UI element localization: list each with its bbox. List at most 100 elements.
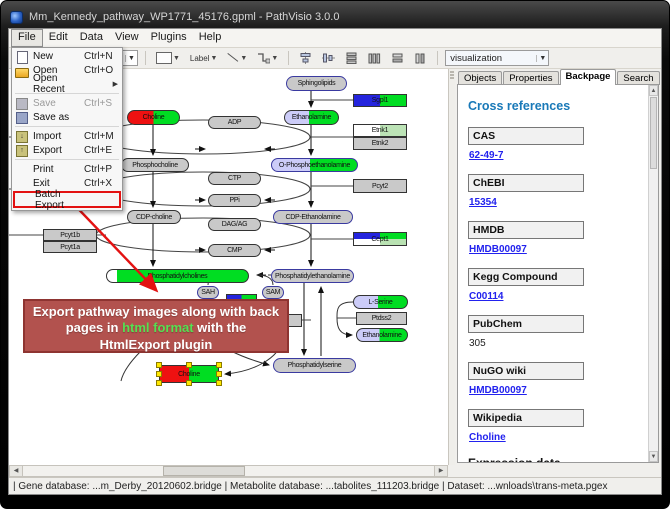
connector-tool-button[interactable]: ▼ (254, 50, 281, 66)
selection-handle[interactable] (156, 380, 162, 386)
common-width-icon (391, 52, 404, 64)
xref-value: 305 (469, 338, 486, 349)
node-phosphatidylethanolamine[interactable]: Phosphatidylethanolamine (271, 269, 354, 283)
file-menu-item-import[interactable]: ↓ImportCtrl+M (12, 129, 122, 143)
file-menu-item-batch-export[interactable]: Batch Export (13, 191, 121, 208)
callout-line3: HtmlExport plugin (25, 337, 287, 353)
node-ctp[interactable]: CTP (208, 172, 261, 185)
node-ethanolamine[interactable]: Ethanolamine (356, 328, 408, 342)
node-cept1[interactable]: Cept1 (353, 232, 407, 246)
menu-item-shortcut: Ctrl+E (84, 145, 118, 156)
menu-help[interactable]: Help (193, 29, 228, 47)
distribute-rows-button[interactable] (342, 50, 361, 66)
xref-section-nugo-wiki: NuGO wikiHMDB00097 (468, 362, 658, 398)
xref-link[interactable]: 15354 (469, 197, 497, 208)
selection-handle[interactable] (186, 380, 192, 386)
window-content: FileEditDataViewPluginsHelp Zoom: 100% ▼… (8, 28, 662, 495)
scrollbar-thumb[interactable] (163, 466, 245, 476)
node-sam[interactable]: SAM (262, 286, 284, 299)
node-pcyt1a[interactable]: Pcyt1a (43, 241, 97, 253)
selection-handle[interactable] (216, 371, 222, 377)
node-ethanolamine[interactable]: Ethanolamine (284, 110, 339, 125)
tab-objects[interactable]: Objects (458, 71, 502, 85)
tab-search[interactable]: Search (617, 71, 659, 85)
selection-handle[interactable] (216, 380, 222, 386)
node-cdp-choline[interactable]: CDP-choline (127, 210, 181, 224)
menu-edit[interactable]: Edit (43, 29, 74, 47)
selection-handle[interactable] (156, 371, 162, 377)
menu-plugins[interactable]: Plugins (145, 29, 193, 47)
status-text: | Gene database: ...m_Derby_20120602.bri… (13, 481, 607, 492)
node-ptdss2[interactable]: Ptdss2 (356, 312, 407, 325)
distribute-columns-button[interactable] (365, 50, 384, 66)
submenu-arrow-icon: ▶ (113, 80, 118, 88)
common-height-button[interactable] (411, 50, 430, 66)
node-etnk1[interactable]: Etnk1 (353, 124, 407, 137)
import-icon: ↓ (16, 131, 28, 143)
xref-section-chebi: ChEBI15354 (468, 174, 658, 210)
status-bar: | Gene database: ...m_Derby_20120602.bri… (9, 477, 661, 494)
scroll-right-icon[interactable]: ▶ (434, 466, 447, 476)
panel-scrollbar[interactable]: ▲ ▼ (648, 85, 658, 462)
scrollbar-corner (448, 465, 661, 477)
file-menu-item-print[interactable]: PrintCtrl+P (12, 162, 122, 176)
label-tool-button[interactable]: Label ▼ (187, 52, 221, 65)
xref-link[interactable]: C00114 (469, 291, 503, 302)
selection-handle[interactable] (186, 362, 192, 368)
xref-link[interactable]: Choline (469, 432, 506, 443)
node-phosphatidylserine[interactable]: Phosphatidylserine (273, 358, 356, 373)
node-l-serine[interactable]: L-Serine (353, 295, 408, 309)
menu-view[interactable]: View (109, 29, 145, 47)
file-menu-item-export[interactable]: ↑ExportCtrl+E (12, 143, 122, 157)
node-cdp-ethanolamine[interactable]: CDP-Ethanolamine (273, 210, 353, 224)
node-sgpl1[interactable]: Sgpl1 (353, 94, 407, 107)
align-center-x-button[interactable] (296, 50, 315, 66)
scroll-down-icon[interactable]: ▼ (649, 451, 658, 462)
scroll-left-icon[interactable]: ◀ (10, 466, 23, 476)
selection-handle[interactable] (216, 362, 222, 368)
distribute-columns-icon (368, 52, 381, 64)
common-width-button[interactable] (388, 50, 407, 66)
splitter-grip-icon (450, 71, 454, 81)
node-dag-ag[interactable]: DAG/AG (208, 218, 261, 231)
datanode-tool-button[interactable]: ▼ (153, 50, 183, 66)
xref-link[interactable]: HMDB00097 (469, 385, 527, 396)
tab-backpage[interactable]: Backpage (560, 69, 617, 85)
menu-item-label: Exit (33, 178, 84, 189)
node-adp[interactable]: ADP (208, 116, 261, 129)
node-ppi[interactable]: PPi (208, 194, 261, 207)
node-sah[interactable]: SAH (197, 286, 219, 299)
file-menu-item-new[interactable]: NewCtrl+N (12, 49, 122, 63)
xref-source-name: Kegg Compound (468, 268, 584, 286)
file-menu-item-open-recent[interactable]: Open Recent▶ (12, 77, 122, 91)
menu-data[interactable]: Data (74, 29, 109, 47)
scrollbar-thumb[interactable] (650, 97, 657, 169)
scroll-up-icon[interactable]: ▲ (649, 85, 658, 96)
tab-properties[interactable]: Properties (503, 71, 558, 85)
xref-source-name: HMDB (468, 221, 584, 239)
node-cmp[interactable]: CMP (208, 244, 261, 257)
panel-splitter[interactable] (449, 69, 455, 465)
menu-separator (15, 159, 119, 160)
node-etnk2[interactable]: Etnk2 (353, 137, 407, 150)
node-choline[interactable]: Choline (127, 110, 180, 125)
tab-legend[interactable]: Legend (661, 71, 662, 85)
line-tool-button[interactable]: ▼ (224, 50, 250, 66)
selection-handle[interactable] (156, 362, 162, 368)
node-pcyt1b[interactable]: Pcyt1b (43, 229, 97, 241)
xref-link[interactable]: HMDB00097 (469, 244, 527, 255)
menu-item-shortcut: Ctrl+X (84, 178, 118, 189)
node-phosphocholine[interactable]: Phosphocholine (121, 158, 189, 172)
file-menu-item-save-as[interactable]: Save as (12, 110, 122, 124)
node-o-phosphoethanolamine[interactable]: O-Phosphoethanolamine (271, 158, 358, 172)
align-center-y-button[interactable] (319, 50, 338, 66)
file-menu-item-save[interactable]: SaveCtrl+S (12, 96, 122, 110)
menu-file[interactable]: File (11, 29, 43, 47)
canvas-horizontal-scrollbar[interactable]: ◀ ▶ (9, 465, 448, 477)
xref-link[interactable]: 62-49-7 (469, 150, 503, 161)
visualization-combobox[interactable]: visualization ▼ (445, 50, 549, 66)
node-pcyt2[interactable]: Pcyt2 (353, 179, 407, 193)
title-bar[interactable]: Mm_Kennedy_pathway_WP1771_45176.gpml - P… (10, 7, 660, 27)
node-sphingolipids[interactable]: Sphingolipids (286, 76, 347, 91)
node-phosphatidylcholines[interactable]: Phosphatidylcholines (106, 269, 249, 283)
